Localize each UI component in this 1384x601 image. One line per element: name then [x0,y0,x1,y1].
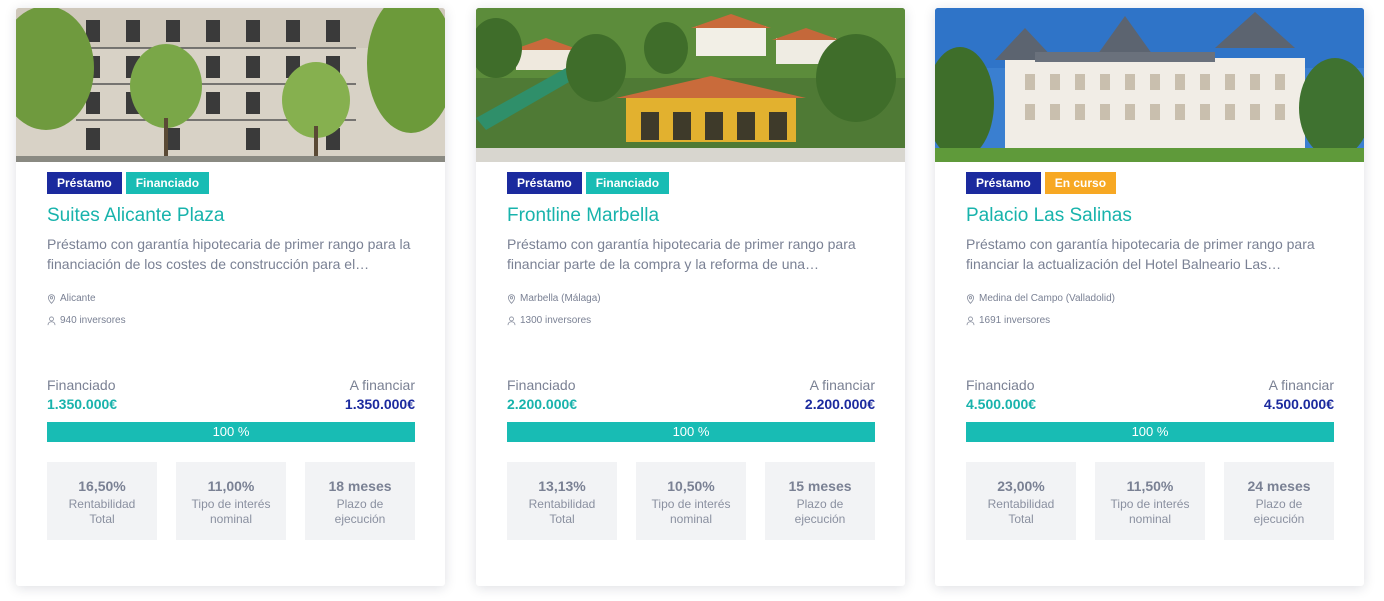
stat-total-return: 16,50% Rentabilidad Total [47,462,157,540]
progress-text: 100 % [1131,424,1169,439]
stat-label: Tipo de interés nominal [1110,497,1190,526]
investors-text: 1300 inversores [520,315,592,326]
funded-label: Financiado [966,377,1035,393]
stat-value: 10,50% [667,478,715,494]
loan-type-badge: Préstamo [47,172,122,194]
location-text: Medina del Campo (Valladolid) [979,293,1115,304]
project-card-palacio-las-salinas[interactable]: Préstamo En curso Palacio Las Salinas Pr… [935,8,1364,586]
stats-group: 23,00% Rentabilidad Total 11,50% Tipo de… [966,462,1334,540]
target-label: A financiar [1268,377,1334,393]
badge-group: Préstamo Financiado [47,172,210,194]
stat-nominal-rate: 11,00% Tipo de interés nominal [176,462,286,540]
funded-label: Financiado [47,377,116,393]
stats-group: 16,50% Rentabilidad Total 11,00% Tipo de… [47,462,415,540]
loan-type-badge: Préstamo [966,172,1041,194]
project-description: Préstamo con garantía hipotecaria de pri… [507,236,856,272]
stat-nominal-rate: 11,50% Tipo de interés nominal [1095,462,1205,540]
investors-text: 940 inversores [60,315,126,326]
apartment-building-image [16,8,445,162]
stat-term: 24 meses Plazo de ejecución [1224,462,1334,540]
user-icon [507,315,516,325]
stat-total-return: 13,13% Rentabilidad Total [507,462,617,540]
target-label: A financiar [349,377,415,393]
target-amount: 4.500.000€ [1263,396,1334,412]
funded-label: Financiado [507,377,576,393]
project-photo[interactable] [935,8,1364,162]
project-photo[interactable] [476,8,905,162]
project-title[interactable]: Frontline Marbella [507,205,659,227]
loan-type-badge: Préstamo [507,172,582,194]
funding-progress-bar: 100 % [507,422,875,442]
stat-term: 15 meses Plazo de ejecución [765,462,875,540]
palace-hotel-image [935,8,1364,162]
target-label: A financiar [809,377,875,393]
progress-text: 100 % [212,424,250,439]
investors-row: 940 inversores [47,315,126,326]
stat-value: 13,13% [538,478,586,494]
user-icon [47,315,56,325]
location-row: Medina del Campo (Valladolid) [966,293,1115,304]
stat-nominal-rate: 10,50% Tipo de interés nominal [636,462,746,540]
funding-progress-bar: 100 % [966,422,1334,442]
investors-row: 1300 inversores [507,315,591,326]
project-photo[interactable] [16,8,445,162]
villa-image [476,8,905,162]
stat-value: 16,50% [78,478,126,494]
location-text: Alicante [60,293,96,304]
stat-label: Plazo de ejecución [794,497,846,526]
funded-amount: 4.500.000€ [966,396,1037,412]
stat-value: 18 meses [328,478,392,494]
stat-term: 18 meses Plazo de ejecución [305,462,415,540]
project-description: Préstamo con garantía hipotecaria de pri… [47,236,411,272]
project-card-frontline-marbella[interactable]: Préstamo Financiado Frontline Marbella P… [476,8,905,586]
project-description: Préstamo con garantía hipotecaria de pri… [966,236,1315,272]
badge-group: Préstamo En curso [966,172,1117,194]
stat-label: Rentabilidad Total [528,497,596,526]
badge-group: Préstamo Financiado [507,172,670,194]
funding-progress-bar: 100 % [47,422,415,442]
stat-label: Rentabilidad Total [987,497,1055,526]
stat-value: 15 meses [788,478,852,494]
location-row: Marbella (Málaga) [507,293,601,304]
location-pin-icon [966,293,975,304]
user-icon [966,315,975,325]
project-title[interactable]: Suites Alicante Plaza [47,205,224,227]
location-text: Marbella (Málaga) [520,293,601,304]
stat-label: Tipo de interés nominal [191,497,271,526]
stat-label: Plazo de ejecución [1253,497,1305,526]
status-badge: Financiado [125,172,210,194]
progress-text: 100 % [672,424,710,439]
funded-amount: 1.350.000€ [47,396,118,412]
location-row: Alicante [47,293,96,304]
stat-value: 23,00% [997,478,1045,494]
stat-label: Tipo de interés nominal [651,497,731,526]
stat-label: Plazo de ejecución [334,497,386,526]
funded-amount: 2.200.000€ [507,396,578,412]
stat-value: 24 meses [1247,478,1311,494]
stat-label: Rentabilidad Total [68,497,136,526]
project-card-suites-alicante-plaza[interactable]: Préstamo Financiado Suites Alicante Plaz… [16,8,445,586]
status-badge: Financiado [585,172,670,194]
project-title[interactable]: Palacio Las Salinas [966,205,1132,227]
stat-value: 11,50% [1126,478,1174,494]
target-amount: 2.200.000€ [804,396,875,412]
status-badge: En curso [1044,172,1117,194]
stats-group: 13,13% Rentabilidad Total 10,50% Tipo de… [507,462,875,540]
location-pin-icon [47,293,56,304]
investors-text: 1691 inversores [979,315,1051,326]
investors-row: 1691 inversores [966,315,1050,326]
location-pin-icon [507,293,516,304]
stat-total-return: 23,00% Rentabilidad Total [966,462,1076,540]
stat-value: 11,00% [207,478,255,494]
target-amount: 1.350.000€ [344,396,415,412]
